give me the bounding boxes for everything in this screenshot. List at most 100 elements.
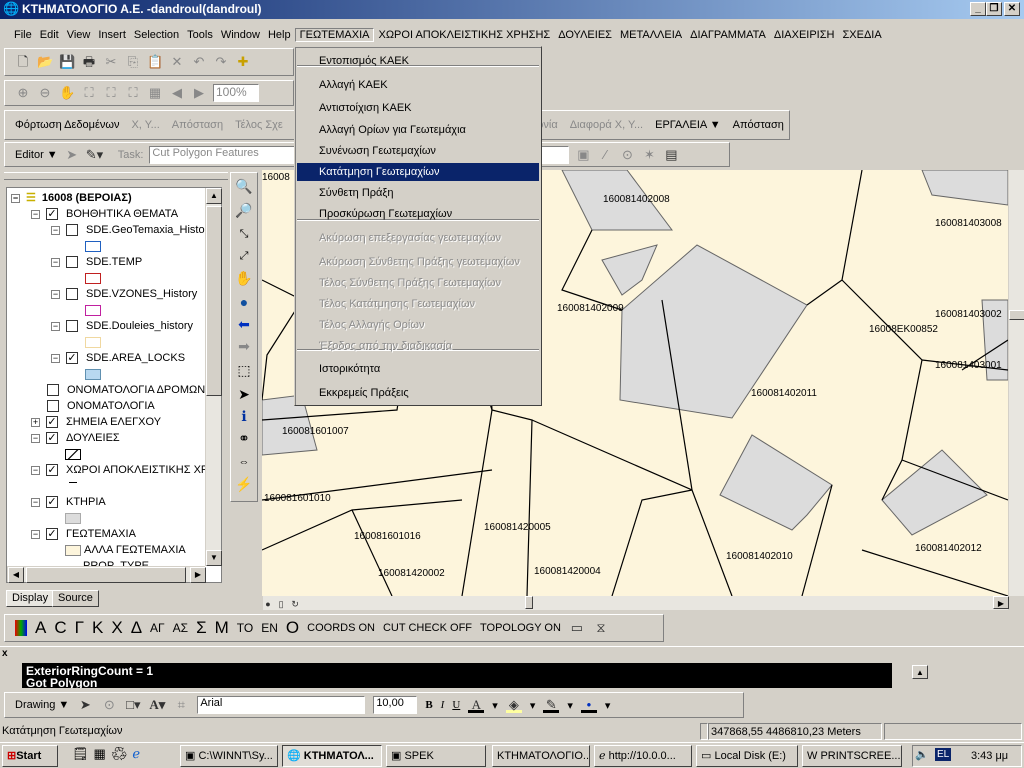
layer-checkbox[interactable] — [66, 288, 78, 300]
toc-layer[interactable]: − SDE.Douleies_history — [51, 318, 193, 334]
fixed-zoom-out-icon[interactable]: ⤢ — [234, 246, 254, 266]
menu-12[interactable]: ΔΙΑΓΡΑΜΜΑΤΑ — [686, 29, 770, 41]
bold-button[interactable]: B — [425, 699, 432, 711]
collapse-icon[interactable]: − — [31, 529, 40, 539]
layer-checkbox[interactable] — [66, 224, 78, 236]
map-h-scroll-thumb[interactable] — [525, 596, 533, 609]
map-scroll-thumb[interactable] — [1009, 310, 1024, 320]
menu-13[interactable]: ΔΙΑΧΕΙΡΙΣΗ — [770, 29, 839, 41]
print-icon[interactable]: 🖶 — [81, 54, 97, 70]
menu-item[interactable]: Συνένωση Γεωτεμαχίων — [297, 142, 539, 160]
sketch-tool-icon[interactable]: ✎▾ — [86, 147, 103, 163]
collapse-icon[interactable]: − — [31, 497, 40, 507]
target-icon[interactable]: ▣ — [575, 147, 591, 163]
menu-item[interactable]: Τέλος Σύνθετης Πράξης Γεωτεμαχίων — [297, 274, 539, 292]
diff-xy-button[interactable]: Διαφορά X, Y... — [570, 119, 643, 131]
zoom-combo[interactable]: 100% — [213, 84, 259, 102]
new-icon[interactable]: 🗋 — [15, 54, 31, 70]
fixed-zoom-icon[interactable]: ⛶ — [103, 85, 119, 101]
menu-6[interactable]: Window — [217, 29, 264, 41]
select-features-icon[interactable]: ⬚ — [234, 360, 254, 380]
menu-11[interactable]: ΜΕΤΑΛΛΕΙΑ — [616, 29, 686, 41]
font-size-select[interactable]: 10,00 — [373, 696, 418, 714]
toc-layer[interactable]: − SDE.VZONES_History — [51, 286, 197, 302]
desktop-icon[interactable]: 🗒 — [72, 746, 94, 761]
select-elements-icon[interactable]: ➤ — [234, 384, 254, 404]
toc-layer[interactable]: − ✓ SDE.AREA_LOCKS — [51, 350, 185, 366]
menu-item[interactable]: Εκκρεμείς Πράξεις — [297, 384, 539, 402]
layer-checkbox[interactable] — [47, 400, 59, 412]
letter-tool-button[interactable]: Χ — [111, 618, 122, 638]
scroll-left-icon[interactable]: ◀ — [8, 567, 24, 583]
window-icon[interactable]: ▭ — [569, 620, 585, 636]
refresh-icon[interactable]: ↻ — [289, 596, 301, 612]
split-icon[interactable]: ✶ — [641, 147, 657, 163]
letter-tool-button[interactable]: ΕΝ — [261, 621, 278, 635]
back-extent-icon[interactable]: ⬅ — [234, 314, 254, 334]
segment-icon[interactable]: ⁄ — [597, 147, 613, 163]
collapse-icon[interactable]: − — [31, 209, 40, 219]
edit-vertices-icon[interactable]: ⌗ — [173, 697, 189, 713]
undo-icon[interactable]: ↶ — [191, 54, 207, 70]
letter-tool-button[interactable]: Γ — [75, 618, 84, 638]
collapse-icon[interactable]: − — [51, 321, 60, 331]
map-vertical-scrollbar[interactable] — [1008, 170, 1024, 596]
xy-button[interactable]: X, Y... — [131, 119, 159, 131]
letter-tool-button[interactable]: ΤΟ — [237, 621, 253, 635]
redo-icon[interactable]: ↷ — [213, 54, 229, 70]
color-bars-icon[interactable] — [15, 620, 27, 636]
layer-checkbox[interactable]: ✓ — [66, 352, 78, 364]
letter-tool-button[interactable]: Σ — [196, 618, 207, 638]
zoom-out-fixed-icon[interactable]: ⊖ — [37, 85, 53, 101]
menu-7[interactable]: Help — [264, 29, 295, 41]
layer-checkbox[interactable]: ✓ — [46, 432, 58, 444]
fixed-zoom-in-icon[interactable]: ⤡ — [234, 224, 254, 244]
scroll-thumb[interactable] — [206, 206, 222, 396]
layer-checkbox[interactable]: ✓ — [46, 496, 58, 508]
layout-view-icon[interactable]: ▯ — [276, 596, 286, 612]
collapse-icon[interactable]: − — [51, 353, 60, 363]
marker-color-icon[interactable]: • — [580, 697, 597, 713]
taskbar-task[interactable]: ℯ http://10.0.0... — [594, 745, 692, 767]
toc-layer[interactable]: − SDE.TEMP — [51, 254, 142, 270]
rectangle-icon[interactable]: □▾ — [125, 697, 141, 713]
drawing-menu[interactable]: Drawing ▼ — [15, 699, 69, 711]
measure-icon[interactable]: ⇔ — [234, 452, 254, 472]
attributes-icon[interactable]: ▤ — [663, 147, 679, 163]
toc-layer[interactable]: − ✓ ΚΤΗΡΙΑ — [31, 494, 106, 510]
letter-tool-button[interactable]: Ο — [286, 618, 299, 638]
close-button[interactable]: ✕ — [1004, 2, 1020, 16]
letter-tool-button[interactable]: ΑΓ — [150, 621, 165, 635]
start-button[interactable]: ⊞Start — [2, 745, 58, 767]
collapse-icon[interactable]: − — [31, 433, 40, 443]
collapse-icon[interactable]: − — [11, 193, 20, 203]
hyperlink-icon[interactable]: ⚡ — [234, 474, 254, 494]
rotate-element-icon[interactable]: ⊙ — [101, 697, 117, 713]
menu-item[interactable]: Ακύρωση επεξεργασίας γεωτεμαχίων — [297, 229, 539, 247]
back-icon[interactable]: ◀ — [169, 85, 185, 101]
toc-layer[interactable]: ΟΝΟΜΑΤΟΛΟΓΙΑ — [47, 398, 155, 414]
layer-checkbox[interactable] — [66, 320, 78, 332]
topology-toggle[interactable]: TOPOLOGY ON — [480, 622, 561, 634]
zoom-in-icon[interactable]: 🔍 — [234, 176, 254, 196]
full-extent-icon[interactable]: ⛶ — [81, 85, 97, 101]
menu-1[interactable]: Edit — [36, 29, 63, 41]
letter-tool-button[interactable]: ΑΣ — [173, 621, 188, 635]
save-icon[interactable]: 💾 — [59, 54, 75, 70]
quick-launch[interactable]: 🗒▦♻ℯ — [72, 746, 145, 762]
pan-hand-icon[interactable]: ✋ — [234, 268, 254, 288]
toc-layer[interactable]: − SDE.GeoTemaxia_History — [51, 222, 214, 238]
zoom-layer-icon[interactable]: ⛶ — [125, 85, 141, 101]
tab-source[interactable]: Source — [52, 590, 99, 607]
letter-tool-button[interactable]: Δ — [131, 618, 142, 638]
italic-button[interactable]: I — [441, 699, 445, 711]
distance2-button[interactable]: Απόσταση — [733, 119, 784, 131]
paste-icon[interactable]: 📋 — [147, 54, 163, 70]
layer-checkbox[interactable]: ✓ — [46, 528, 58, 540]
load-data-button[interactable]: Φόρτωση Δεδομένων — [15, 119, 119, 131]
toc-horizontal-scrollbar[interactable]: ◀ ▶ — [7, 566, 206, 583]
tools-menu-button[interactable]: ΕΡΓΑΛΕΙΑ ▼ — [655, 119, 720, 131]
taskbar-task[interactable]: 🌐 ΚΤΗΜΑΤΟΛ... — [282, 745, 382, 767]
edit-tool-icon[interactable]: ➤ — [64, 147, 80, 163]
zoom-page-icon[interactable]: ▦ — [147, 85, 163, 101]
